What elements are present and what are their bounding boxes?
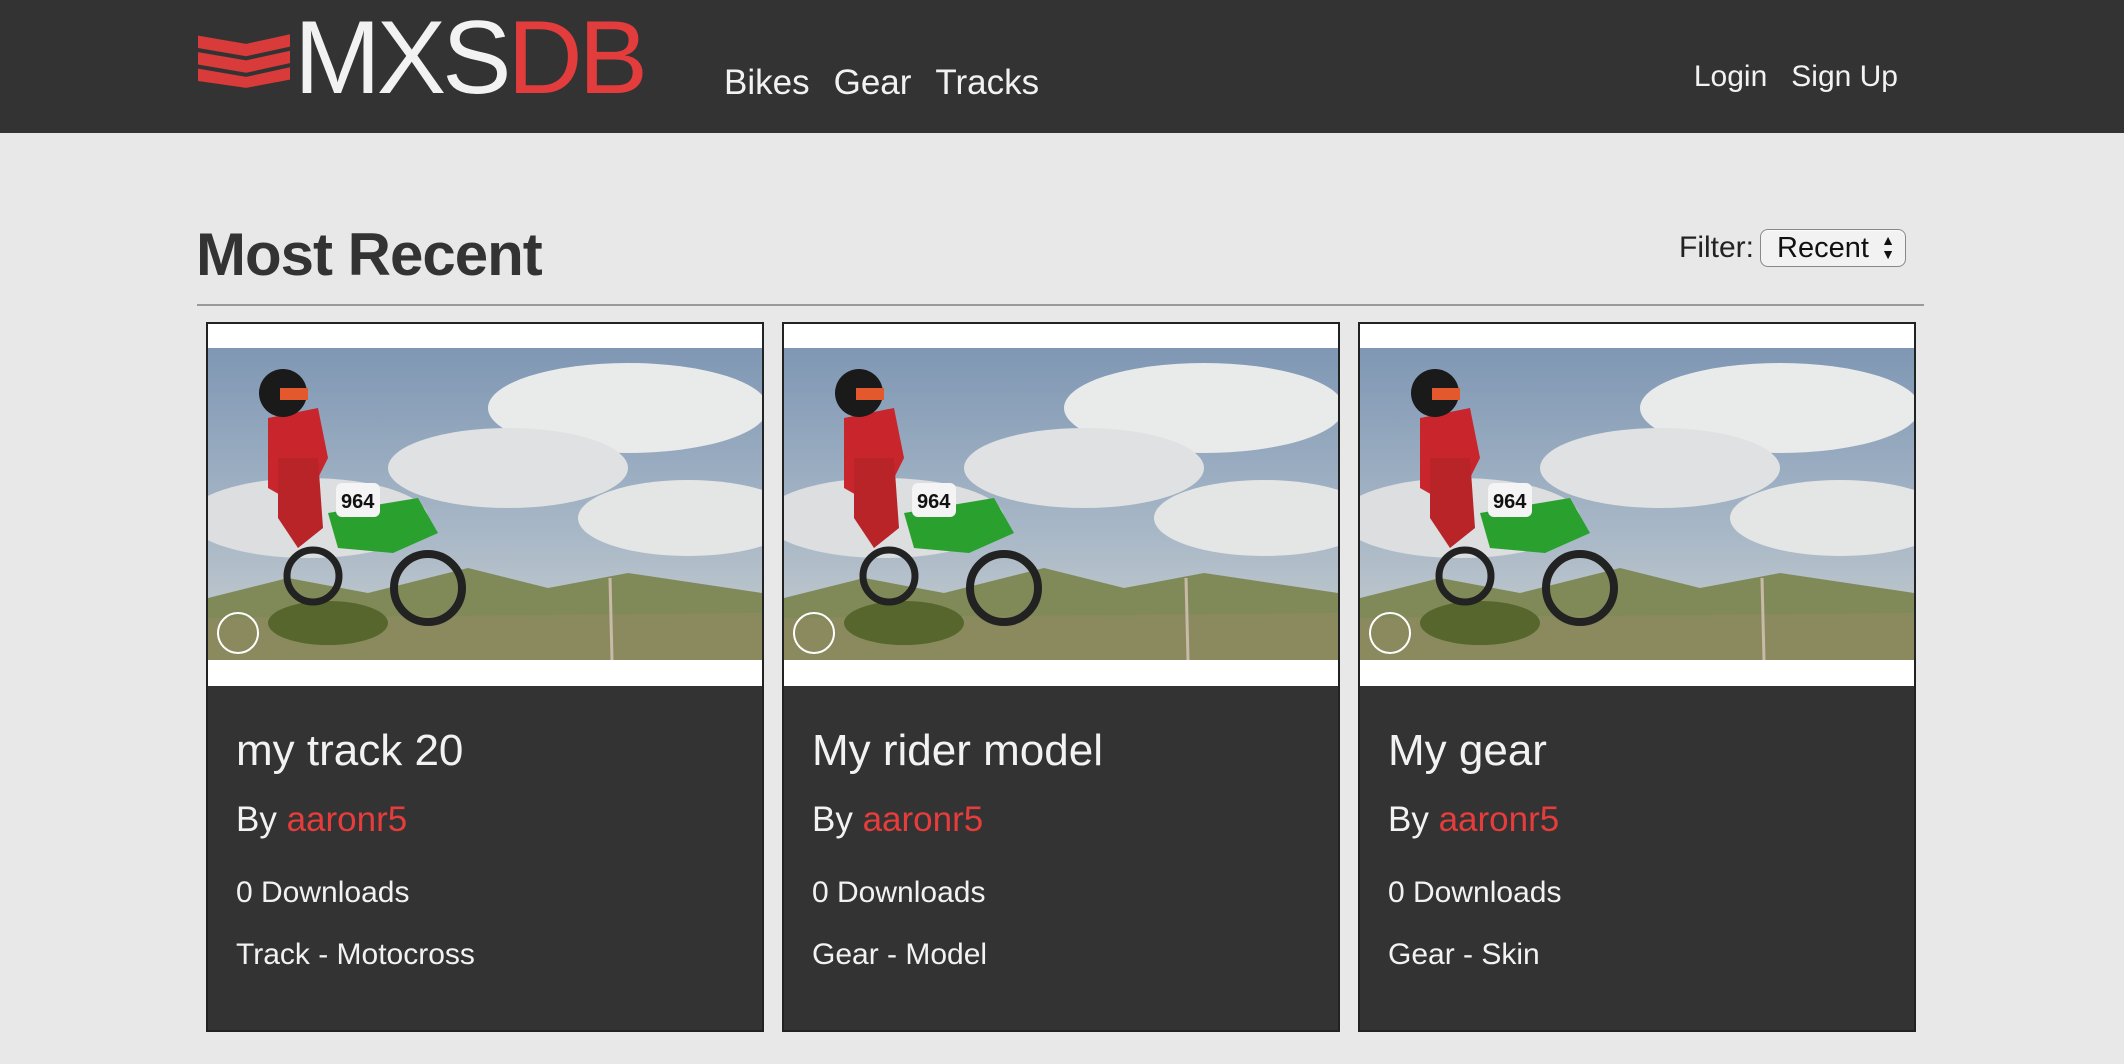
svg-text:964: 964 [341,491,375,513]
card-author-line: By aaronr5 [236,798,407,842]
signup-link[interactable]: Sign Up [1791,54,1898,100]
card-category: Gear - Skin [1388,938,1540,971]
svg-text:964: 964 [1493,491,1527,513]
select-arrows-icon: ▲ ▼ [1881,232,1895,262]
filter-select[interactable]: Recent ▲ ▼ [1760,229,1906,267]
by-label: By [812,800,853,839]
author-link[interactable]: aaronr5 [1439,800,1560,839]
author-link[interactable]: aaronr5 [863,800,984,839]
nav-bikes[interactable]: Bikes [724,58,810,108]
section-divider [197,304,1924,306]
filter-label: Filter: [1679,231,1754,264]
card-category: Gear - Model [812,938,988,971]
nav-tracks[interactable]: Tracks [935,58,1039,108]
logo-wordmark: MXSDB [294,0,648,116]
svg-text:964: 964 [917,491,951,513]
nav-gear[interactable]: Gear [834,58,912,108]
card-author-line: By aaronr5 [812,798,983,842]
card-thumbnail[interactable]: 964 [784,348,1338,660]
content-card[interactable]: 964 My gear By aaronr5 0 Downloads Gear … [1358,322,1916,1032]
download-count: 0 Downloads [1388,876,1562,909]
chevron-stripes-icon [198,33,291,88]
content-card[interactable]: 964 my track 20 By aaronr5 0 Downloads T… [206,322,764,1032]
card-image-frame: 964 [1360,324,1914,686]
card-category: Track - Motocross [236,938,475,971]
card-thumbnail[interactable]: 964 [1360,348,1914,660]
by-label: By [236,800,277,839]
by-label: By [1388,800,1429,839]
card-image-frame: 964 [784,324,1338,686]
page-title: Most Recent [196,221,543,288]
filter-selected-value: Recent [1777,232,1869,264]
card-thumbnail[interactable]: 964 [208,348,762,660]
card-author-line: By aaronr5 [1388,798,1559,842]
login-link[interactable]: Login [1694,54,1767,100]
main-nav: Bikes Gear Tracks [724,58,1039,108]
card-title[interactable]: My gear [1388,724,1547,778]
content-card[interactable]: 964 My rider model By aaronr5 0 Download… [782,322,1340,1032]
auth-links: Login Sign Up [1694,54,1898,100]
author-link[interactable]: aaronr5 [287,800,408,839]
card-title[interactable]: My rider model [812,724,1103,778]
mxsdb-logo[interactable]: MXSDB [198,0,648,116]
site-header: MXSDB Bikes Gear Tracks Login Sign Up [0,0,2124,133]
card-image-frame: 964 [208,324,762,686]
download-count: 0 Downloads [236,876,410,909]
filter-control: Filter: Recent ▲ ▼ [1679,229,1906,267]
download-count: 0 Downloads [812,876,986,909]
card-title[interactable]: my track 20 [236,724,463,778]
